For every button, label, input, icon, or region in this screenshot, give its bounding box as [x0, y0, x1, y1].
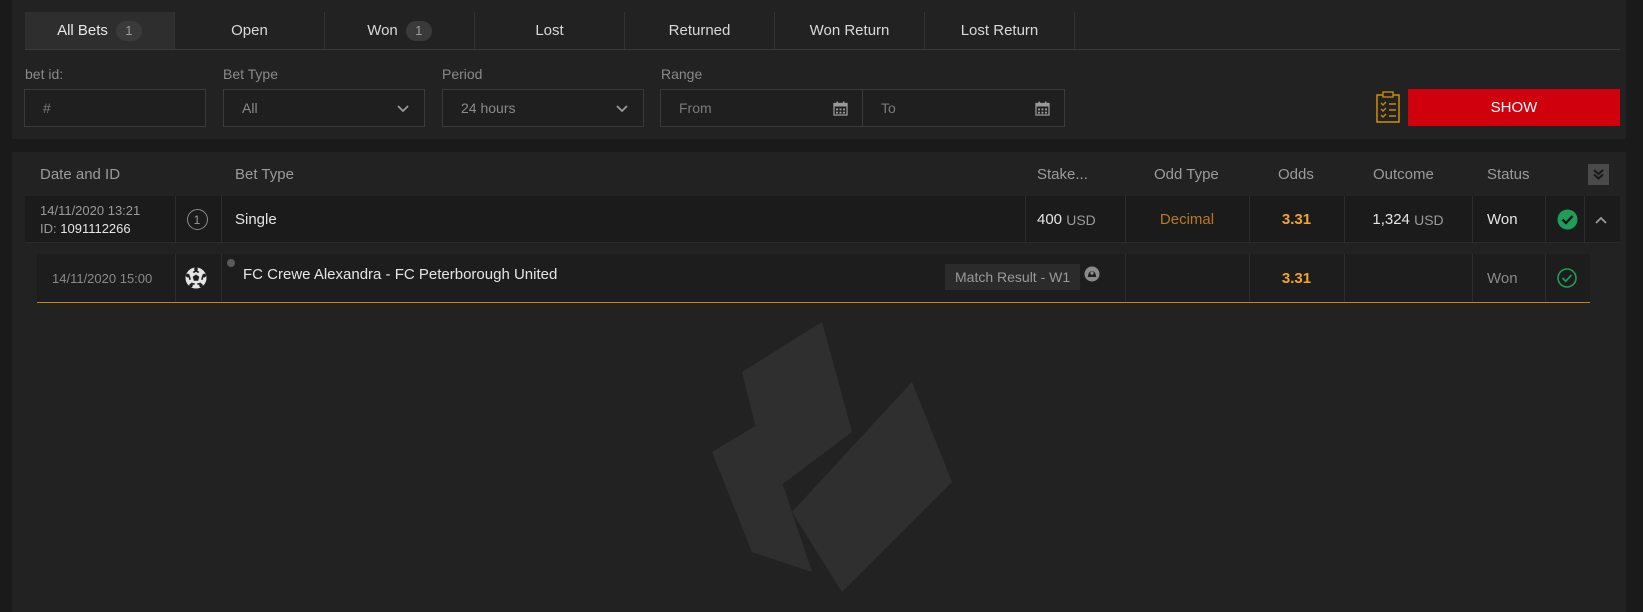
column-divider: [175, 254, 176, 302]
tab-won[interactable]: Won 1: [325, 12, 475, 49]
double-chevron-down-icon: [1593, 169, 1604, 180]
bet-id-value: 1091112266: [60, 221, 131, 236]
tab-lost[interactable]: Lost: [475, 12, 625, 49]
period-select[interactable]: 24 hours: [442, 89, 644, 127]
bet-date-id-cell: 14/11/2020 13:21 ID: 1091112266: [40, 202, 140, 238]
bet-status-tabs: All Bets 1 Open Won 1 Lost Returned Won …: [25, 12, 1620, 50]
header-odd-type: Odd Type: [1154, 166, 1219, 183]
bet-datetime: 14/11/2020 13:21: [40, 203, 141, 218]
range-from-field: [660, 89, 863, 127]
column-divider: [1125, 254, 1126, 302]
watermark-logo: [712, 322, 952, 592]
bet-id-label: ID:: [40, 221, 57, 236]
event-row: 14/11/2020 15:00 FC Crewe Alexandra - FC…: [37, 254, 1590, 303]
tab-label: Open: [231, 22, 268, 39]
column-divider: [175, 196, 176, 243]
column-divider: [1472, 254, 1473, 302]
bet-id-input[interactable]: [43, 100, 187, 116]
tab-label: All Bets: [57, 22, 108, 39]
tab-returned[interactable]: Returned: [625, 12, 775, 49]
show-button[interactable]: SHOW: [1408, 89, 1620, 126]
event-odds: 3.31: [1281, 269, 1312, 287]
stake-currency: USD: [1066, 211, 1096, 228]
bet-id-line: ID: 1091112266: [40, 220, 140, 238]
column-divider: [1584, 196, 1585, 243]
event-status-dot: [227, 259, 235, 267]
chevron-up-icon: [1595, 216, 1607, 224]
tab-won-return[interactable]: Won Return: [775, 12, 925, 49]
tab-label: Lost: [535, 22, 564, 39]
column-divider: [221, 196, 222, 243]
range-to-field: [862, 89, 1065, 127]
stake-cell: 400 USD: [1037, 196, 1137, 243]
tab-label: Lost Return: [960, 22, 1039, 39]
check-circle-filled-icon: [1557, 209, 1578, 230]
odd-type-cell: Decimal: [1159, 211, 1215, 228]
period-value: 24 hours: [461, 100, 516, 116]
chevron-down-icon: [616, 105, 628, 113]
bet-type-select[interactable]: All: [223, 89, 425, 127]
calendar-icon[interactable]: [833, 101, 848, 116]
stake-amount: 400: [1037, 211, 1063, 228]
column-divider: [1025, 196, 1026, 243]
stats-info-icon: [1084, 266, 1100, 282]
soccer-ball-icon: [185, 267, 207, 289]
collapse-row-button[interactable]: [1594, 196, 1608, 243]
calendar-icon[interactable]: [1035, 101, 1050, 116]
column-divider: [221, 254, 222, 302]
tab-label: Returned: [668, 22, 731, 39]
stats-button[interactable]: [1084, 254, 1100, 294]
tab-lost-return[interactable]: Lost Return: [925, 12, 1075, 49]
market-badge: Match Result - W1: [945, 264, 1081, 290]
range-to-input[interactable]: [881, 100, 1046, 116]
status-cell: Won: [1487, 211, 1518, 228]
won-status-icon-cell: [1557, 196, 1578, 243]
header-bet-type: Bet Type: [235, 166, 294, 183]
clipboard-list-icon[interactable]: [1375, 91, 1401, 123]
bet-row[interactable]: 14/11/2020 13:21 ID: 1091112266 1 Single…: [25, 196, 1620, 243]
column-divider: [1472, 196, 1473, 243]
range-from-input[interactable]: [679, 100, 844, 116]
check-circle-outline-icon: [1557, 268, 1577, 288]
selection-count: 1: [193, 212, 201, 227]
bet-id-field: [24, 89, 206, 127]
period-label: Period: [442, 66, 483, 82]
chevron-down-icon: [397, 105, 409, 113]
event-status-icon-cell: [1557, 254, 1577, 302]
header-date-id: Date and ID: [40, 166, 121, 183]
outcome-cell: 1,324 USD: [1344, 196, 1472, 243]
selection-count-circle: 1: [186, 209, 208, 230]
bet-type-value: All: [242, 100, 258, 116]
column-divider: [1344, 254, 1345, 302]
column-divider: [1545, 254, 1546, 302]
sport-icon-cell: [185, 254, 207, 302]
bet-id-label: bet id:: [25, 66, 64, 82]
odds-cell: 3.31: [1281, 211, 1312, 228]
tab-label: Won Return: [809, 22, 890, 39]
tab-label: Won: [367, 22, 398, 39]
tab-open[interactable]: Open: [175, 12, 325, 49]
header-stake: Stake...: [1037, 166, 1088, 183]
selection-count-cell: 1: [186, 196, 208, 243]
header-odds: Odds: [1278, 166, 1314, 183]
column-divider: [1545, 196, 1546, 243]
tab-count-badge: 1: [115, 20, 142, 41]
tab-all-bets[interactable]: All Bets 1: [25, 12, 175, 49]
tab-count-badge: 1: [405, 20, 432, 41]
bet-type-label: Bet Type: [223, 66, 279, 82]
event-status: Won: [1487, 269, 1518, 287]
bet-type-cell: Single: [235, 211, 277, 228]
outcome-amount: 1,324: [1372, 211, 1410, 228]
range-label: Range: [661, 66, 703, 82]
outcome-currency: USD: [1414, 211, 1444, 228]
event-datetime: 14/11/2020 15:00: [52, 270, 153, 286]
header-outcome: Outcome: [1373, 166, 1434, 183]
collapse-all-button[interactable]: [1588, 164, 1609, 185]
header-status: Status: [1487, 166, 1530, 183]
event-name: FC Crewe Alexandra - FC Peterborough Uni…: [243, 265, 558, 283]
